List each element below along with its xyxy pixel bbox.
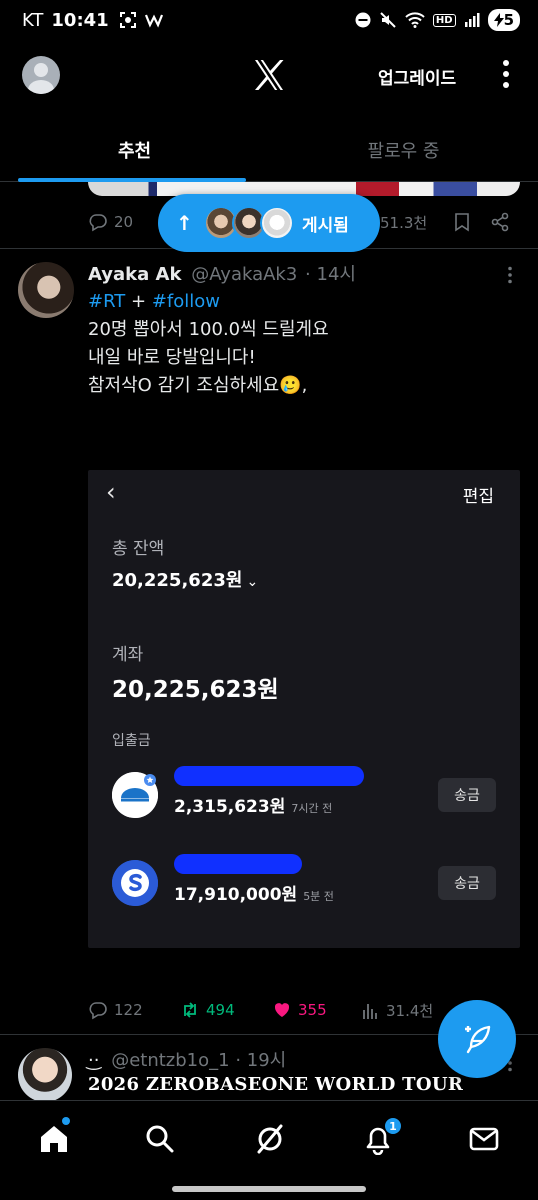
tweet-more-icon[interactable] — [506, 266, 514, 284]
bank-transactions-label: 입출금 — [112, 733, 151, 749]
signal-icon — [464, 13, 480, 27]
bank-amount: 17,910,000원 5분 전 — [174, 885, 334, 905]
bank-edit-label: 편집 — [462, 487, 494, 507]
bank-logo-icon — [112, 860, 158, 906]
wifi-icon — [405, 12, 425, 28]
system-home-indicator[interactable] — [172, 1186, 366, 1192]
bank-send-button: 송금 — [438, 778, 496, 812]
dnd-icon — [355, 12, 371, 28]
reply-button[interactable]: 20 — [88, 212, 133, 232]
status-bar: KT 10:41 HD 5 — [0, 0, 538, 40]
hashtag-link[interactable]: #follow — [152, 291, 220, 312]
redaction-scribble — [174, 854, 302, 874]
x-logo-icon[interactable] — [252, 58, 286, 92]
bank-account-label: 계좌 — [112, 645, 144, 665]
tweet-line: 내일 바로 당발입니다! — [88, 347, 256, 368]
tweet-author-avatar[interactable] — [18, 262, 74, 318]
chevron-down-icon: ⌄ — [246, 574, 259, 590]
tweet-time: · 19시 — [235, 1050, 287, 1071]
tweet-media-image[interactable]: ‹ 편집 총 잔액 20,225,623원 ⌄ 계좌 20,225,623원 입출… — [88, 470, 520, 948]
hd-badge: HD — [432, 13, 456, 27]
bank-account-row: 17,910,000원 5분 전 송금 — [112, 854, 496, 914]
compose-post-button[interactable] — [438, 1000, 516, 1078]
author-name-emoticon[interactable]: ·͜· — [88, 1050, 99, 1071]
tab-following[interactable]: 팔로우 중 — [269, 118, 538, 181]
redaction-scribble — [174, 766, 364, 786]
charging-icon — [493, 13, 504, 27]
search-icon[interactable] — [144, 1123, 176, 1155]
next-tweet-avatar[interactable] — [18, 1048, 72, 1102]
retweet-icon — [184, 1002, 196, 1018]
notification-badge: 1 — [384, 1117, 402, 1135]
posted-label: 게시됨 — [302, 215, 349, 236]
feed-tabs: 추천 팔로우 중 — [0, 118, 538, 182]
arrow-up-icon: ↑ — [176, 211, 193, 235]
tweet-time: · 14시 — [305, 264, 356, 285]
author-name[interactable]: Ayaka Ak — [88, 264, 181, 285]
heart-icon — [274, 1003, 290, 1017]
profile-avatar[interactable] — [22, 56, 60, 94]
carrier: KT — [22, 9, 44, 31]
tweet-header: Ayaka Ak @AyakaAk3 · 14시 — [88, 260, 508, 286]
bank-account-value: 20,225,623원 — [112, 677, 279, 703]
upgrade-button[interactable]: 업그레이드 — [378, 64, 456, 89]
tweet-plus: + — [131, 291, 147, 312]
share-icon[interactable] — [490, 212, 510, 232]
grok-icon[interactable] — [254, 1123, 286, 1155]
next-tweet-text: 2026 ZEROBASEONE WORLD TOUR — [88, 1074, 464, 1095]
posted-notification-pill[interactable]: ↑ 게시됨 — [158, 194, 380, 252]
reply-icon — [89, 214, 107, 232]
tweet-line: 20명 뽑아서 100.0씩 드릴게요 — [88, 319, 329, 340]
home-unread-dot — [62, 1117, 70, 1125]
bank-account-row: 2,315,623원 7시간 전 송금 — [112, 766, 496, 826]
views-button[interactable]: 51.3천 — [380, 212, 427, 233]
bookmark-icon[interactable] — [452, 212, 472, 232]
author-handle[interactable]: @etntzb1o_1 — [111, 1050, 229, 1071]
retweet-button[interactable]: 494 — [180, 1000, 235, 1020]
bank-send-button: 송금 — [438, 866, 496, 900]
mute-icon — [380, 12, 396, 28]
reply-icon — [89, 1002, 107, 1020]
bank-amount: 2,315,623원 7시간 전 — [174, 797, 333, 817]
reply-button[interactable]: 122 — [88, 1000, 143, 1020]
messages-icon[interactable] — [468, 1123, 500, 1155]
compose-feather-icon — [465, 1025, 491, 1054]
views-button[interactable]: 31.4천 — [360, 1000, 433, 1021]
bank-logo-icon — [112, 772, 158, 818]
pill-avatar — [260, 206, 294, 240]
battery-level: 5 — [503, 11, 514, 29]
next-tweet-header: ·͜· @etntzb1o_1 · 19시 — [88, 1046, 286, 1072]
notifications-button[interactable]: 1 — [362, 1117, 402, 1156]
battery-indicator: 5 — [487, 9, 520, 31]
author-handle[interactable]: @AyakaAk3 — [191, 264, 297, 285]
screenshot-icon — [119, 12, 136, 28]
bottom-navigation: 1 — [0, 1100, 538, 1182]
tab-for-you[interactable]: 추천 — [0, 118, 269, 181]
top-bar: 업그레이드 — [0, 44, 538, 108]
clock: 10:41 — [51, 9, 109, 31]
back-chevron-icon: ‹ — [106, 478, 116, 506]
views-chart-icon — [363, 1003, 377, 1019]
more-options-icon[interactable] — [500, 58, 512, 90]
tweet-line: 참저삭O 감기 조심하세요🥲, — [88, 375, 308, 396]
tweet-text: #RT + #follow 20명 뽑아서 100.0씩 드릴게요 내일 바로 … — [88, 288, 518, 400]
bank-total-value: 20,225,623원 ⌄ — [112, 570, 259, 591]
app-w-icon — [144, 14, 163, 28]
hashtag-link[interactable]: #RT — [88, 291, 125, 312]
like-button[interactable]: 355 — [272, 1000, 327, 1020]
bank-total-label: 총 잔액 — [112, 539, 165, 559]
home-icon[interactable] — [38, 1123, 70, 1155]
